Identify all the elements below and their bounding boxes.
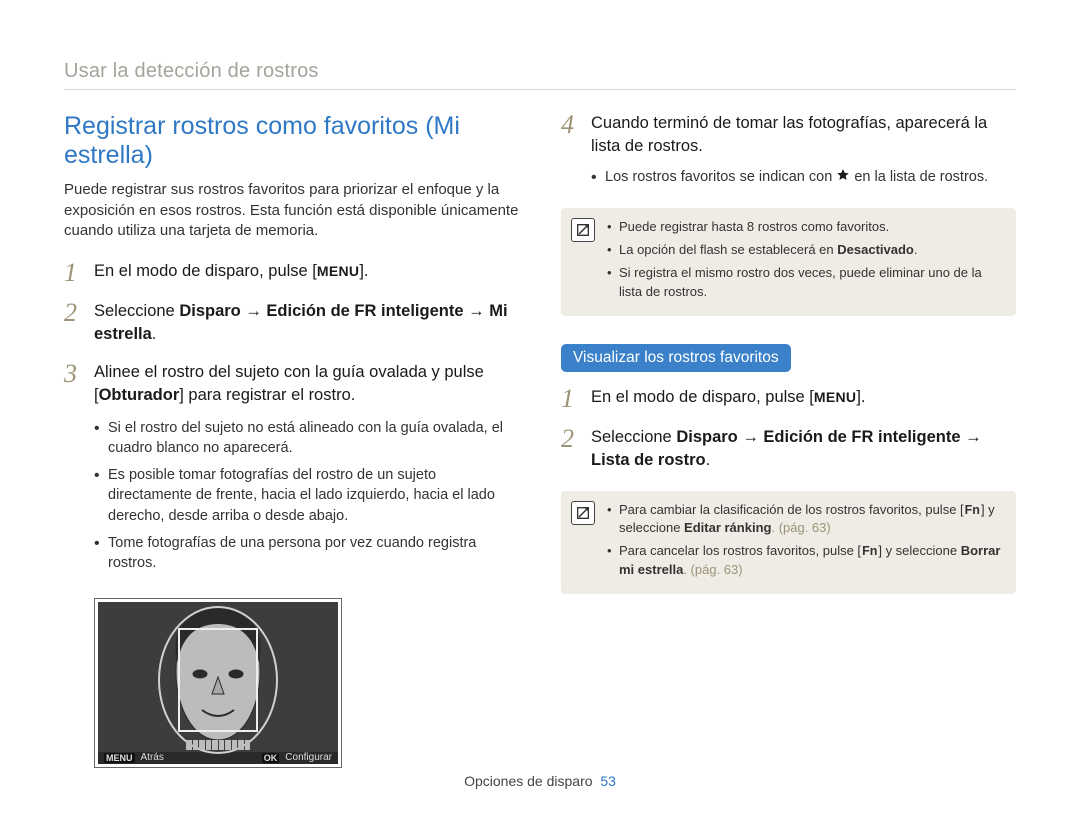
step-text: Cuando terminó de tomar las fotografías,… [591,112,1016,194]
camera-preview-figure: MENU Atrás OK Configurar [94,598,519,768]
text: . [152,325,157,343]
section-heading: Registrar rostros como favoritos (Mi est… [64,112,519,170]
step-number: 1 [64,260,84,286]
menu-path-item: Edición de FR inteligente [763,428,960,446]
list-item: Puede registrar hasta 8 rostros como fav… [607,218,1002,237]
bold-text: Desactivado [837,242,914,257]
step-number: 2 [64,300,84,326]
two-column-layout: Registrar rostros como favoritos (Mi est… [64,112,1016,768]
text: ]. [359,262,368,280]
list-item: Es posible tomar fotografías del rostro … [94,465,519,527]
step-number: 4 [561,112,581,138]
note-icon [571,218,595,242]
intro-paragraph: Puede registrar sus rostros favoritos pa… [64,180,519,242]
step-4: 4 Cuando terminó de tomar las fotografía… [561,112,1016,194]
menu-path-item: Lista de rostro [591,451,706,469]
text: En el modo de disparo, pulse [ [591,388,814,406]
text: ] y seleccione [878,543,960,558]
text: en la lista de rostros. [854,169,988,185]
back-label: Atrás [141,752,164,763]
camera-frame: MENU Atrás OK Configurar [94,598,342,768]
step-number: 3 [64,361,84,387]
text: La opción del flash se establecerá en [619,242,837,257]
note-list: Puede registrar hasta 8 rostros como fav… [607,218,1002,305]
note-icon [571,501,595,525]
view-step-2: 2 Seleccione Disparo → Edición de FR int… [561,426,1016,473]
step-1: 1 En el modo de disparo, pulse [MENU]. [64,260,519,286]
fn-button-label: Fn [964,502,981,518]
text: ]. [856,388,865,406]
text: Para cambiar la clasificación de los ros… [619,502,964,517]
divider [64,89,1016,90]
menu-icon: MENU [104,753,135,763]
text: Los rostros favoritos se indican con [605,169,836,185]
note-list: Para cambiar la clasificación de los ros… [607,501,1002,584]
list-item: Para cambiar la clasificación de los ros… [607,501,1002,539]
note-box: Puede registrar hasta 8 rostros como fav… [561,208,1016,315]
list-item: Tome fotografías de una persona por vez … [94,533,519,574]
breadcrumb: Usar la detección de rostros [64,60,1016,83]
arrow: → [738,428,764,446]
list-item: Los rostros favoritos se indican con en … [591,167,1016,189]
step-text: Seleccione Disparo → Edición de FR intel… [591,426,1016,473]
menu-button-label: MENU [317,263,359,279]
step-number: 1 [561,386,581,412]
menu-path-item: Edición de FR inteligente [266,302,463,320]
camera-canvas [98,602,338,752]
text: En el modo de disparo, pulse [ [94,262,317,280]
rect-guide [178,628,258,732]
text: . [706,451,711,469]
bold-text: Editar ránking [684,520,771,535]
text: Para cancelar los rostros favoritos, pul… [619,543,861,558]
left-column: Registrar rostros como favoritos (Mi est… [64,112,519,768]
step-3: 3 Alinee el rostro del sujeto con la guí… [64,361,519,580]
step-text: En el modo de disparo, pulse [MENU]. [94,260,519,283]
text-line: Alinee el rostro del sujeto con la guía … [94,361,519,384]
step-text: En el modo de disparo, pulse [MENU]. [591,386,1016,409]
footer-section: Opciones de disparo [464,773,592,789]
text: Seleccione [591,428,676,446]
right-column: 4 Cuando terminó de tomar las fotografía… [561,112,1016,768]
text: . [914,242,918,257]
text: Seleccione [94,302,179,320]
menu-button-label: MENU [814,389,856,405]
manual-page: Usar la detección de rostros Registrar r… [0,0,1080,815]
arrow: → [241,302,267,320]
page-ref: . (pág. 63) [683,562,742,577]
menu-path-item: Disparo [179,302,240,320]
star-icon [836,168,850,189]
shutter-label: Obturador [99,386,180,404]
text: ] para registrar el rostro. [179,386,355,404]
ok-icon: OK [262,753,280,763]
step-2: 2 Seleccione Disparo → Edición de FR int… [64,300,519,347]
step-number: 2 [561,426,581,452]
step-4-notes: Los rostros favoritos se indican con en … [591,167,1016,189]
arrow: → [961,428,982,446]
list-item: Para cancelar los rostros favoritos, pul… [607,542,1002,580]
list-item: Si el rostro del sujeto no está alineado… [94,418,519,459]
text: Cuando terminó de tomar las fotografías,… [591,112,1016,159]
page-footer: Opciones de disparo 53 [0,773,1080,789]
subsection-pill: Visualizar los rostros favoritos [561,344,791,372]
progress-bar [186,740,250,750]
set-label: Configurar [285,752,332,763]
step-text: Alinee el rostro del sujeto con la guía … [94,361,519,580]
arrow: → [464,302,490,320]
page-ref: . (pág. 63) [771,520,830,535]
step-text: Seleccione Disparo → Edición de FR intel… [94,300,519,347]
menu-path-item: Disparo [676,428,737,446]
step-3-notes: Si el rostro del sujeto no está alineado… [94,418,519,574]
page-number: 53 [600,773,616,789]
note-box: Para cambiar la clasificación de los ros… [561,491,1016,594]
text-line: [Obturador] para registrar el rostro. [94,384,519,407]
fn-button-label: Fn [861,543,878,559]
view-step-1: 1 En el modo de disparo, pulse [MENU]. [561,386,1016,412]
list-item: La opción del flash se establecerá en De… [607,241,1002,260]
camera-screen: MENU Atrás OK Configurar [98,602,338,764]
list-item: Si registra el mismo rostro dos veces, p… [607,264,1002,302]
